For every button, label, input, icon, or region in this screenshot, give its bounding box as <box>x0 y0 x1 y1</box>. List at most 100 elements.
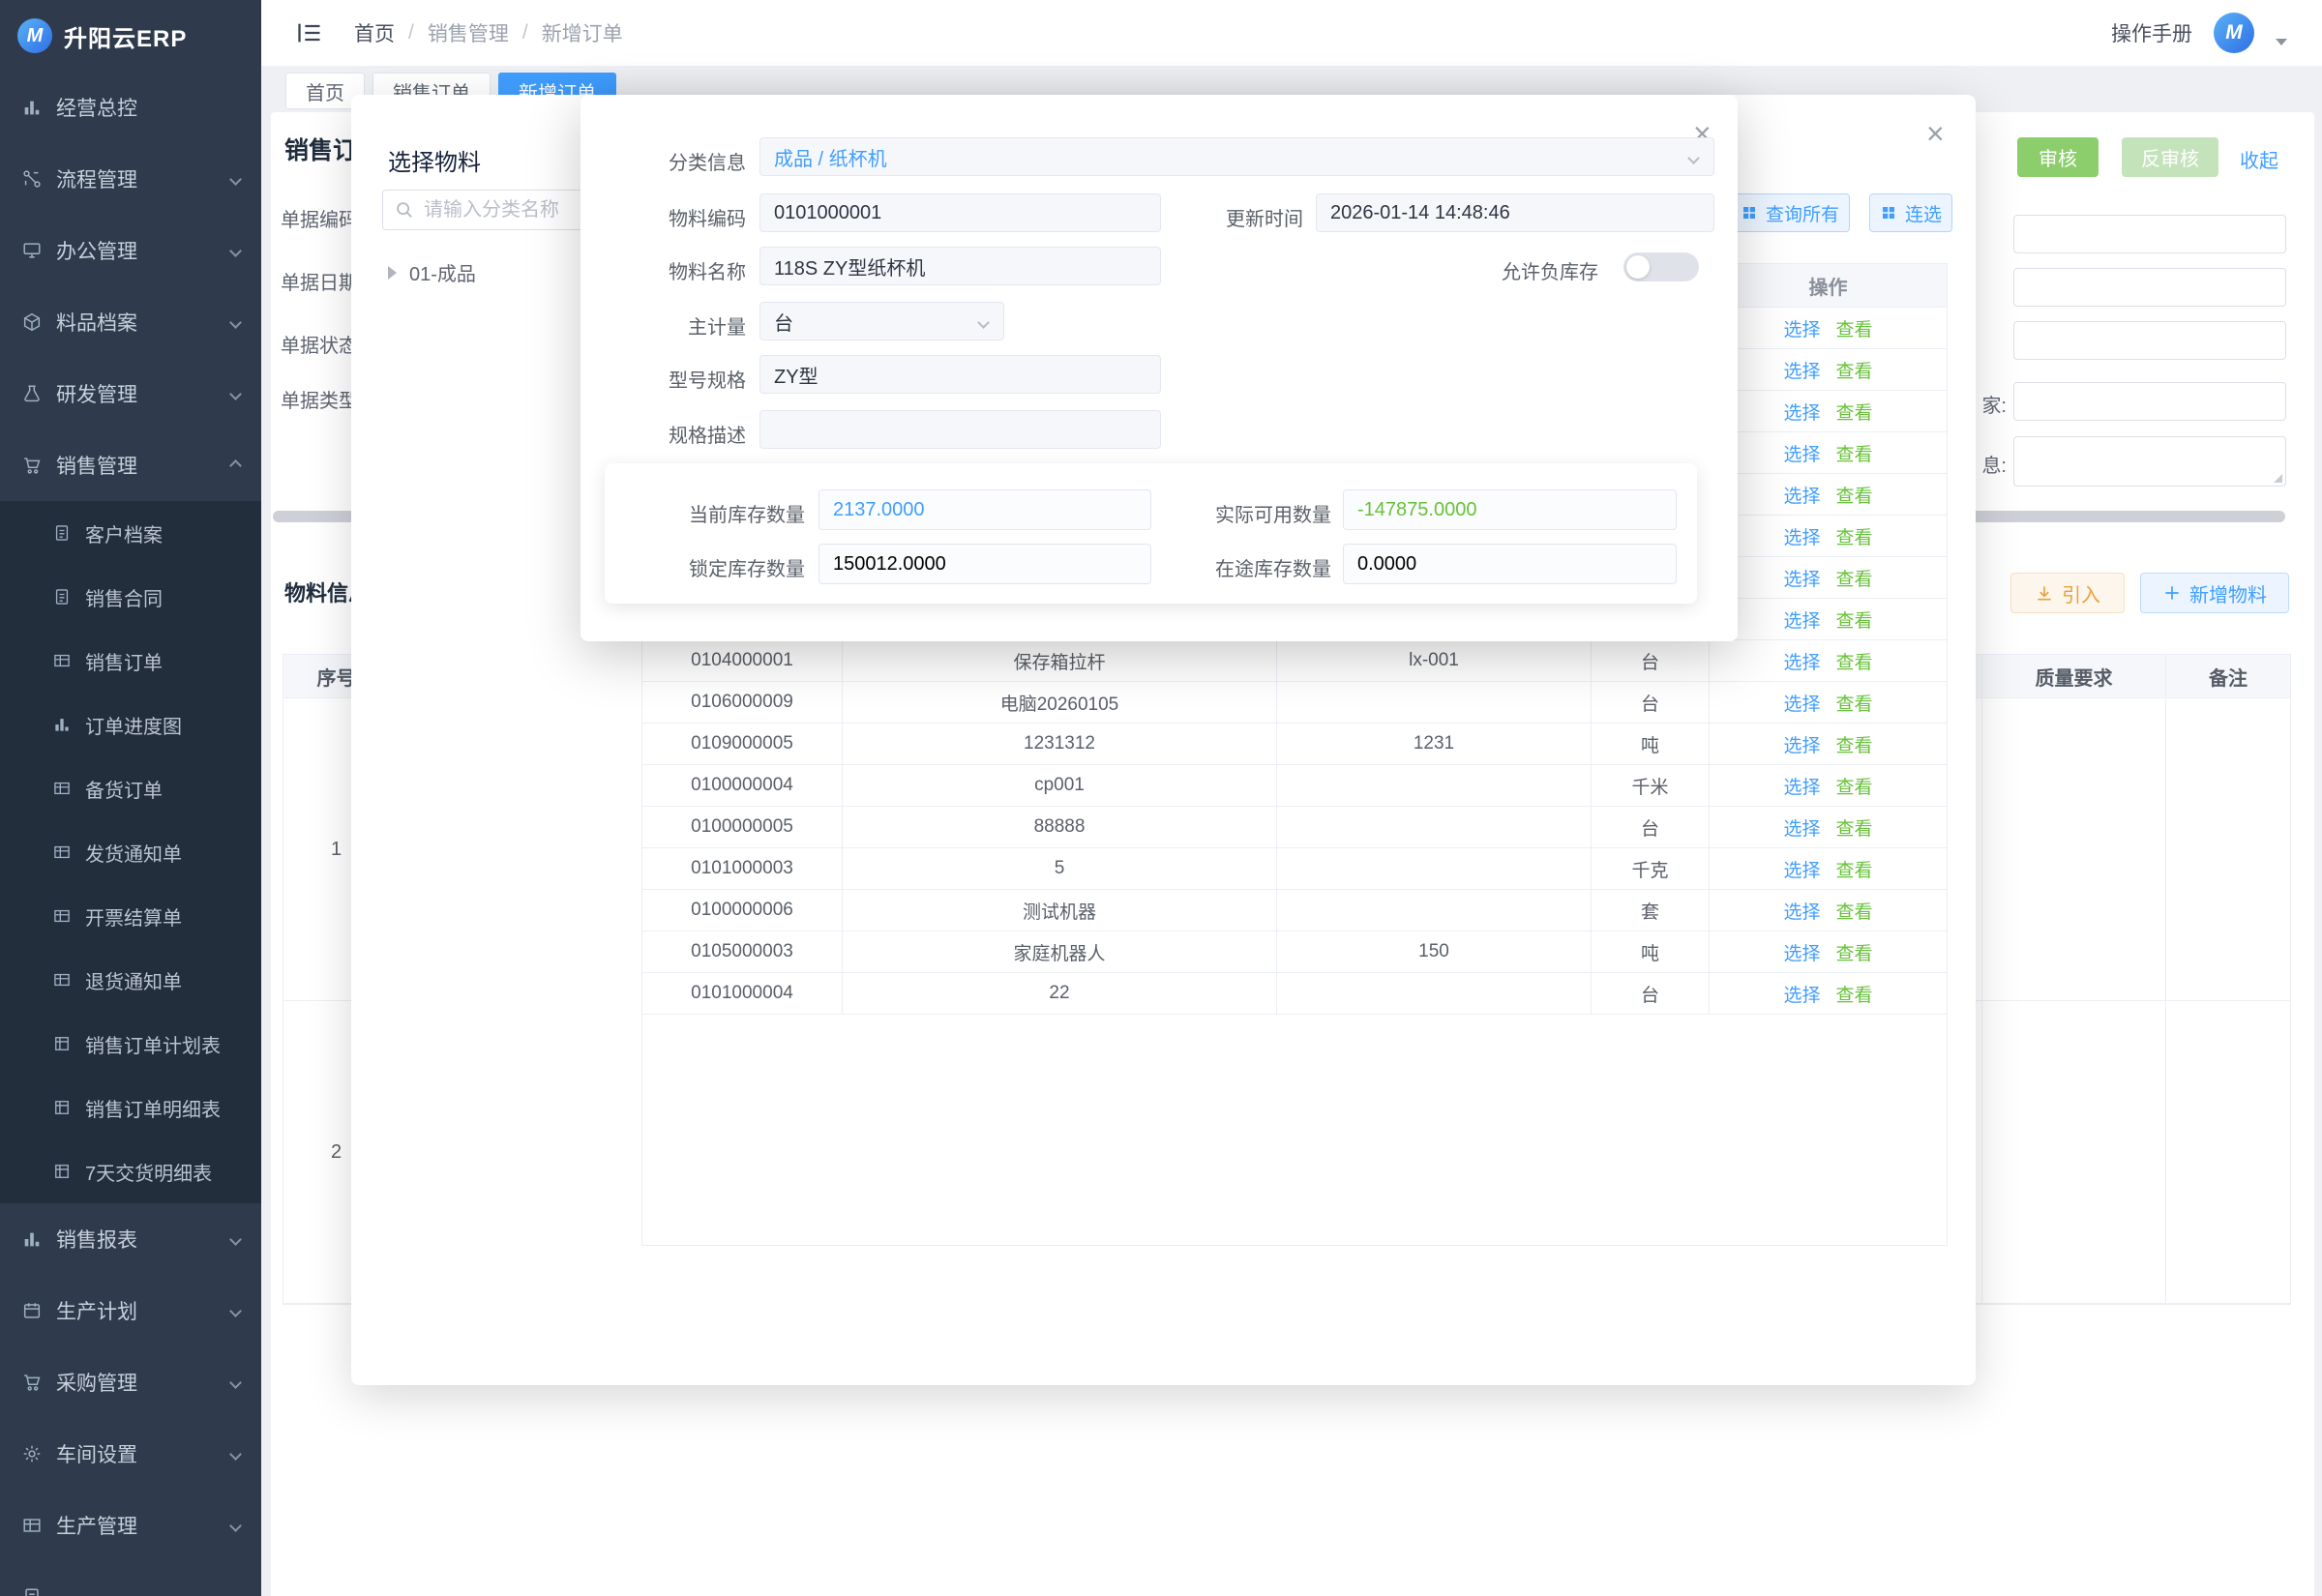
view-link[interactable]: 查看 <box>1836 606 1873 633</box>
sidebar-item-invoice-settlement[interactable]: 开票结算单 <box>0 884 261 948</box>
view-link[interactable]: 查看 <box>1836 773 1873 799</box>
view-link[interactable]: 查看 <box>1836 523 1873 549</box>
view-link[interactable]: 查看 <box>1836 315 1873 341</box>
material-row[interactable]: 0109000005 1231312 1231 吨 选择 查看 <box>642 724 1947 765</box>
chevron-down-icon[interactable] <box>2276 39 2287 45</box>
material-row[interactable]: 0100000005 88888 台 选择 查看 <box>642 807 1947 848</box>
select-link[interactable]: 选择 <box>1783 565 1820 591</box>
sidebar-item-customer-archive[interactable]: 客户档案 <box>0 501 261 565</box>
select-link[interactable]: 选择 <box>1783 315 1820 341</box>
sidebar-item-delivery-7day[interactable]: 7天交货明细表 <box>0 1139 261 1203</box>
material-row[interactable]: 0104000001 保存箱拉杆 lx-001 台 选择 查看 <box>642 640 1947 682</box>
name-input[interactable] <box>759 247 1161 285</box>
sidebar-item-partial[interactable] <box>0 1561 261 1596</box>
order-field-input[interactable] <box>2013 268 2286 307</box>
spec-input[interactable] <box>759 410 1161 449</box>
current-stock-input[interactable] <box>819 489 1151 530</box>
view-link[interactable]: 查看 <box>1836 939 1873 965</box>
select-link[interactable]: 选择 <box>1783 357 1820 383</box>
select-link[interactable]: 选择 <box>1783 482 1820 508</box>
avatar[interactable]: M <box>2214 13 2254 53</box>
view-link[interactable]: 查看 <box>1836 482 1873 508</box>
unaudit-button[interactable]: 反审核 <box>2122 137 2218 177</box>
sidebar-item-delivery-notice[interactable]: 发货通知单 <box>0 820 261 884</box>
sidebar-item-sales-report[interactable]: 销售报表 <box>0 1203 261 1275</box>
sidebar-item-office-mgmt[interactable]: 办公管理 <box>0 215 261 286</box>
breadcrumb-home[interactable]: 首页 <box>354 18 395 47</box>
view-link[interactable]: 查看 <box>1836 399 1873 425</box>
select-link[interactable]: 选择 <box>1783 440 1820 466</box>
material-row[interactable]: 0100000004 cp001 千米 选择 查看 <box>642 765 1947 807</box>
select-link[interactable]: 选择 <box>1783 773 1820 799</box>
sidebar-item-workshop-settings[interactable]: 车间设置 <box>0 1418 261 1490</box>
select-link[interactable]: 选择 <box>1783 814 1820 841</box>
sidebar-item-purchase-mgmt[interactable]: 采购管理 <box>0 1346 261 1418</box>
sidebar-item-process-mgmt[interactable]: 流程管理 <box>0 143 261 215</box>
view-link[interactable]: 查看 <box>1836 856 1873 882</box>
breadcrumb-sales-mgmt[interactable]: 销售管理 <box>428 18 509 47</box>
model-input[interactable] <box>759 355 1161 394</box>
material-row[interactable]: 0106000009 电脑20260105 台 选择 查看 <box>642 682 1947 724</box>
category-select[interactable]: 成品 / 纸杯机 <box>759 137 1714 176</box>
view-link[interactable]: 查看 <box>1836 648 1873 674</box>
vendor-input[interactable] <box>2013 382 2286 421</box>
audit-button[interactable]: 审核 <box>2017 137 2099 177</box>
select-link[interactable]: 选择 <box>1783 898 1820 924</box>
quality-cell[interactable] <box>1982 698 2166 1000</box>
tree-node-finished-goods[interactable]: 01-成品 <box>409 258 476 286</box>
select-link[interactable]: 选择 <box>1783 981 1820 1007</box>
menu-collapse-icon[interactable] <box>296 19 323 46</box>
select-link[interactable]: 选择 <box>1783 606 1820 633</box>
view-link[interactable]: 查看 <box>1836 814 1873 841</box>
updated-input[interactable] <box>1316 193 1714 232</box>
order-field-input[interactable] <box>2013 321 2286 360</box>
sidebar-item-stock-prep-order[interactable]: 备货订单 <box>0 756 261 820</box>
sidebar-item-sales-mgmt[interactable]: 销售管理 <box>0 429 261 501</box>
query-all-button[interactable]: 查询所有 <box>1730 193 1850 232</box>
select-link[interactable]: 选择 <box>1783 399 1820 425</box>
sidebar-item-sales-order-plan[interactable]: 销售订单计划表 <box>0 1012 261 1076</box>
material-row[interactable]: 0101000004 22 台 选择 查看 <box>642 973 1947 1015</box>
sidebar-item-sales-order[interactable]: 销售订单 <box>0 629 261 693</box>
material-row[interactable]: 0105000003 家庭机器人 150 吨 选择 查看 <box>642 931 1947 973</box>
view-link[interactable]: 查看 <box>1836 898 1873 924</box>
select-link[interactable]: 选择 <box>1783 690 1820 716</box>
select-link[interactable]: 选择 <box>1783 856 1820 882</box>
view-link[interactable]: 查看 <box>1836 565 1873 591</box>
sidebar-item-order-progress[interactable]: 订单进度图 <box>0 693 261 756</box>
view-link[interactable]: 查看 <box>1836 690 1873 716</box>
view-link[interactable]: 查看 <box>1836 981 1873 1007</box>
code-input[interactable] <box>759 193 1161 232</box>
select-link[interactable]: 选择 <box>1783 648 1820 674</box>
multi-select-button[interactable]: 连选 <box>1869 193 1952 232</box>
collapse-link[interactable]: 收起 <box>2240 145 2278 173</box>
sidebar-item-material-archive[interactable]: 料品档案 <box>0 286 261 358</box>
view-link[interactable]: 查看 <box>1836 731 1873 757</box>
sidebar-item-sales-contract[interactable]: 销售合同 <box>0 565 261 629</box>
unit-select[interactable]: 台 <box>759 302 1004 340</box>
sidebar-item-business-overview[interactable]: 经营总控 <box>0 72 261 143</box>
close-icon[interactable]: × <box>1926 118 1945 149</box>
quality-cell[interactable] <box>1982 1001 2166 1303</box>
sidebar-item-return-notice[interactable]: 退货通知单 <box>0 948 261 1012</box>
negative-stock-toggle[interactable] <box>1623 252 1699 281</box>
view-link[interactable]: 查看 <box>1836 440 1873 466</box>
transit-stock-input[interactable] <box>1343 544 1677 584</box>
sidebar-item-sales-order-detail[interactable]: 销售订单明细表 <box>0 1076 261 1139</box>
select-link[interactable]: 选择 <box>1783 523 1820 549</box>
select-link[interactable]: 选择 <box>1783 731 1820 757</box>
order-field-input[interactable] <box>2013 215 2286 253</box>
locked-stock-input[interactable] <box>819 544 1151 584</box>
remark-textarea[interactable] <box>2013 436 2286 487</box>
remark-cell[interactable] <box>2166 1001 2290 1303</box>
sidebar-item-rnd-mgmt[interactable]: 研发管理 <box>0 358 261 429</box>
remark-cell[interactable] <box>2166 698 2290 1000</box>
material-row[interactable]: 0101000003 5 千克 选择 查看 <box>642 848 1947 890</box>
sidebar-item-production-mgmt[interactable]: 生产管理 <box>0 1490 261 1561</box>
tree-expand-icon[interactable] <box>388 266 397 280</box>
import-button[interactable]: 引入 <box>2010 573 2125 613</box>
available-stock-input[interactable] <box>1343 489 1677 530</box>
select-link[interactable]: 选择 <box>1783 939 1820 965</box>
sidebar-item-production-plan[interactable]: 生产计划 <box>0 1275 261 1346</box>
view-link[interactable]: 查看 <box>1836 357 1873 383</box>
